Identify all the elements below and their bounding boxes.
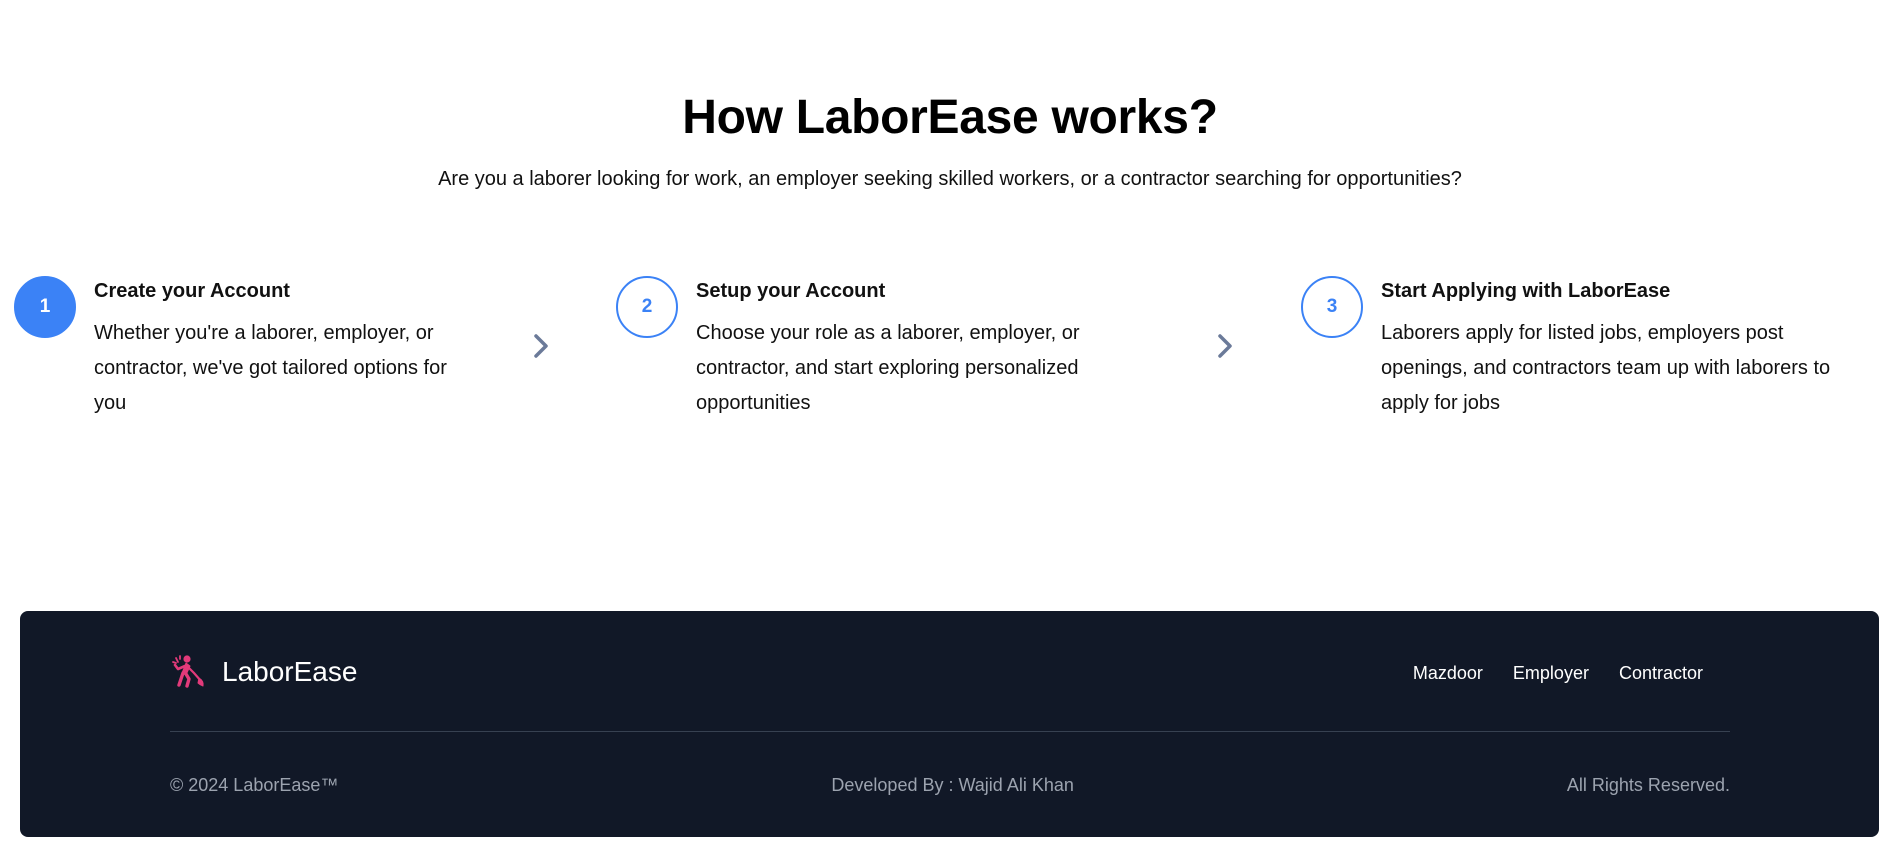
site-footer: LaborEase Mazdoor Employer Contractor © …: [20, 611, 1879, 837]
chevron-right-icon: [1218, 334, 1232, 358]
footer-brand[interactable]: LaborEase: [170, 653, 357, 691]
footer-bottom-bar: © 2024 LaborEase™ Developed By : Wajid A…: [170, 775, 1730, 796]
footer-developer-credit: Developed By : Wajid Ali Khan: [831, 775, 1074, 795]
section-title: How LaborEase works?: [682, 91, 1218, 144]
step-text: Start Applying with LaborEase Laborers a…: [1381, 278, 1871, 421]
step-number-badge: 3: [1301, 276, 1363, 338]
step-description: Laborers apply for listed jobs, employer…: [1381, 322, 1831, 414]
step-number-badge: 1: [14, 276, 76, 338]
footer-copyright: © 2024 LaborEase™: [170, 775, 339, 795]
chevron-right-icon: [534, 334, 548, 358]
step-text: Setup your Account Choose your role as a…: [696, 278, 1116, 421]
section-subtitle: Are you a laborer looking for work, an e…: [438, 168, 1462, 190]
footer-nav: Mazdoor Employer Contractor: [1383, 663, 1703, 684]
step-text: Create your Account Whether you're a lab…: [94, 278, 464, 421]
step-description: Whether you're a laborer, employer, or c…: [94, 322, 447, 414]
footer-divider: [170, 731, 1730, 732]
footer-link-mazdoor[interactable]: Mazdoor: [1413, 663, 1483, 684]
step-title: Create your Account: [94, 280, 290, 302]
step-title: Start Applying with LaborEase: [1381, 280, 1671, 302]
how-it-works-section: How LaborEase works? Are you a laborer l…: [0, 0, 1888, 600]
step-title: Setup your Account: [696, 280, 886, 302]
step-description: Choose your role as a laborer, employer,…: [696, 322, 1080, 414]
footer-link-contractor[interactable]: Contractor: [1619, 663, 1703, 684]
laborer-logo-icon: [172, 655, 204, 688]
footer-brand-name: LaborEase: [222, 656, 358, 687]
footer-rights: All Rights Reserved.: [1566, 775, 1730, 795]
page: How LaborEase works? Are you a laborer l…: [0, 0, 1888, 845]
footer-link-employer[interactable]: Employer: [1513, 663, 1589, 684]
step-number-badge: 2: [616, 276, 678, 338]
